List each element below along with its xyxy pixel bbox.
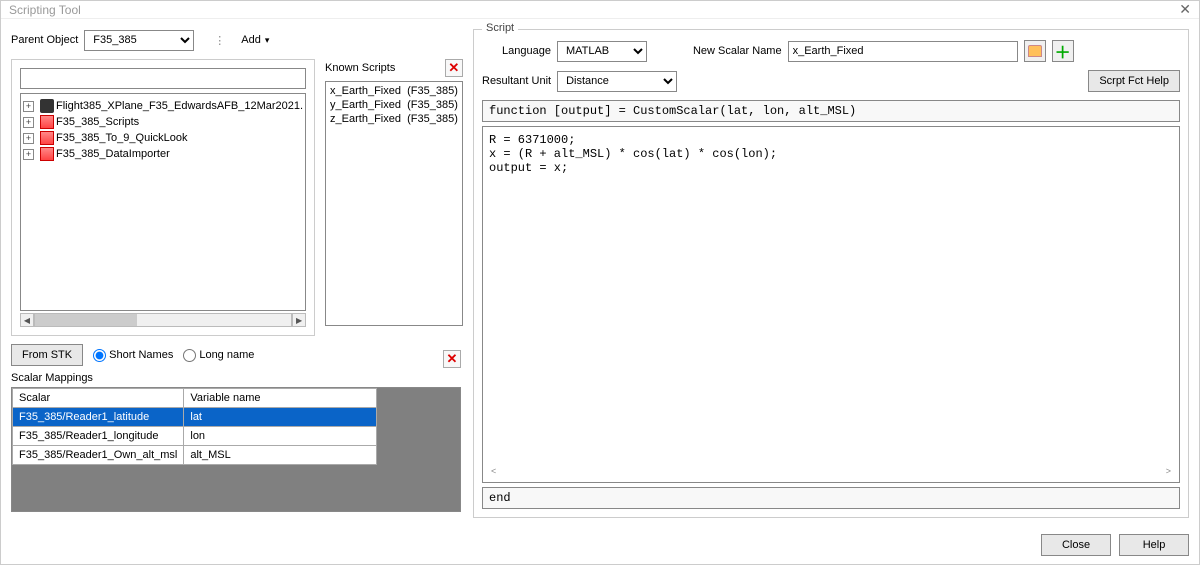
long-name-radio[interactable]: Long name [183,349,254,362]
script-fields-row1: Language MATLAB New Scalar Name ＋ [482,40,1180,62]
script-fields-row2: Resultant Unit Distance Scrpt Fct Help [482,70,1180,92]
titlebar: Scripting Tool ✕ [1,1,1199,19]
tree-item-label: F35_385_DataImporter [56,148,170,160]
expand-icon[interactable]: + [23,101,34,112]
right-column: Script Language MATLAB New Scalar Name ＋… [473,29,1189,518]
tree-known-row: + Flight385_XPlane_F35_EdwardsAFB_12Mar2… [11,59,461,336]
tree-panel: + Flight385_XPlane_F35_EdwardsAFB_12Mar2… [11,59,315,336]
parent-row: Parent Object F35_385 ⋮ Add [11,29,461,51]
plus-icon: ＋ [1055,39,1071,63]
tree-item[interactable]: + F35_385_To_9_QuickLook [23,130,303,146]
add-scalar-button[interactable]: ＋ [1052,40,1074,62]
table-row[interactable]: F35_385/Reader1_longitudelon [13,427,377,446]
tree-item-label: Flight385_XPlane_F35_EdwardsAFB_12Mar202… [56,100,303,112]
tree-item-label: F35_385_Scripts [56,116,139,128]
tree-hscroll[interactable]: ◀ ▶ [20,313,306,327]
tree-filter-input[interactable] [20,68,306,89]
known-script-item[interactable]: z_Earth_Fixed (F35_385) [328,112,460,126]
col-scalar: Scalar [13,389,184,408]
new-scalar-name-input[interactable] [788,41,1018,62]
from-stk-button[interactable]: From STK [11,344,83,366]
col-variable: Variable name [184,389,377,408]
content: Parent Object F35_385 ⋮ Add + Flight385_… [1,19,1199,528]
known-script-item[interactable]: x_Earth_Fixed (F35_385) [328,84,460,98]
separator: ⋮ [214,34,225,47]
table-header-row: Scalar Variable name [13,389,377,408]
expand-icon[interactable]: + [23,133,34,144]
left-column: Parent Object F35_385 ⋮ Add + Flight385_… [11,29,461,518]
tree-item[interactable]: + F35_385_Scripts [23,114,303,130]
scroll-track[interactable] [34,313,292,327]
expand-icon[interactable]: + [23,117,34,128]
scroll-left-icon[interactable]: < [487,466,500,478]
tree-item[interactable]: + F35_385_DataImporter [23,146,303,162]
help-button[interactable]: Help [1119,534,1189,556]
document-icon [40,131,54,145]
scroll-right-icon[interactable]: > [1162,466,1175,478]
table-row[interactable]: F35_385/Reader1_latitudelat [13,408,377,427]
function-end: end [482,487,1180,509]
resultant-unit-select[interactable]: Distance [557,71,677,92]
language-select[interactable]: MATLAB [557,41,647,62]
scripting-tool-window: Scripting Tool ✕ Parent Object F35_385 ⋮… [0,0,1200,565]
script-group: Script Language MATLAB New Scalar Name ＋… [473,29,1189,518]
object-tree[interactable]: + Flight385_XPlane_F35_EdwardsAFB_12Mar2… [20,93,306,311]
delete-mapping-icon[interactable]: ✕ [443,350,461,368]
expand-icon[interactable]: + [23,149,34,160]
browse-button[interactable] [1024,40,1046,62]
script-fct-help-button[interactable]: Scrpt Fct Help [1088,70,1180,92]
aircraft-icon [40,99,54,113]
window-title: Scripting Tool [9,3,81,17]
table-row[interactable]: F35_385/Reader1_Own_alt_mslalt_MSL [13,446,377,465]
mapping-table-wrap: Scalar Variable name F35_385/Reader1_lat… [11,387,461,512]
footer: Close Help [1,528,1199,566]
add-button[interactable]: Add [231,29,279,51]
scalar-mappings-table[interactable]: Scalar Variable name F35_385/Reader1_lat… [12,388,377,465]
parent-object-select[interactable]: F35_385 [84,30,194,51]
scroll-left-icon[interactable]: ◀ [20,313,34,327]
tree-item-label: F35_385_To_9_QuickLook [56,132,187,144]
known-script-item[interactable]: y_Earth_Fixed (F35_385) [328,98,460,112]
delete-known-icon[interactable]: ✕ [445,59,463,77]
close-icon[interactable]: ✕ [1179,1,1191,18]
function-declaration: function [output] = CustomScalar(lat, lo… [482,100,1180,122]
parent-object-label: Parent Object [11,34,78,46]
scalar-mappings-section: ✕ Scalar Mappings Scalar Variable name F… [11,372,461,512]
document-icon [40,115,54,129]
folder-icon [1028,45,1042,57]
scroll-thumb[interactable] [35,314,137,326]
known-header: Known Scripts ✕ [325,59,463,77]
code-box: R = 6371000; x = (R + alt_MSL) * cos(lat… [482,126,1180,483]
scalar-mappings-label: Scalar Mappings [11,372,461,384]
known-scripts-panel: Known Scripts ✕ x_Earth_Fixed (F35_385) … [325,59,463,336]
language-label: Language [502,45,551,57]
close-button[interactable]: Close [1041,534,1111,556]
editor-hscroll[interactable]: < > [487,466,1175,478]
script-group-title: Script [482,22,518,34]
script-editor[interactable]: R = 6371000; x = (R + alt_MSL) * cos(lat… [487,131,1175,466]
scroll-right-icon[interactable]: ▶ [292,313,306,327]
known-scripts-list[interactable]: x_Earth_Fixed (F35_385) y_Earth_Fixed (F… [325,81,463,326]
short-names-radio[interactable]: Short Names [93,349,173,362]
new-scalar-name-label: New Scalar Name [693,45,782,57]
resultant-unit-label: Resultant Unit [482,75,551,87]
known-scripts-label: Known Scripts [325,62,395,74]
tree-item[interactable]: + Flight385_XPlane_F35_EdwardsAFB_12Mar2… [23,98,303,114]
tree-options-row: From STK Short Names Long name [11,344,461,366]
document-icon [40,147,54,161]
